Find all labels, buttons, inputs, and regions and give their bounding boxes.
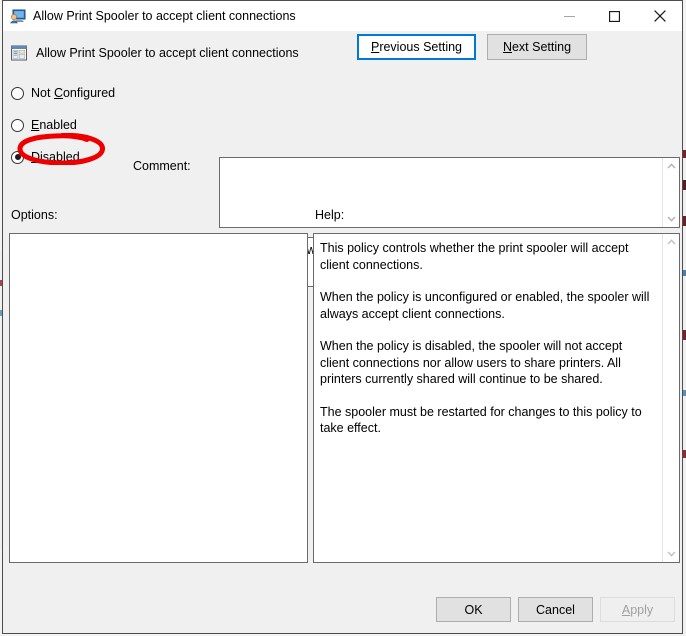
policy-computer-icon: [9, 8, 26, 24]
cancel-button[interactable]: Cancel: [518, 597, 593, 622]
radio-enabled-indicator[interactable]: [11, 118, 24, 132]
panel-labels: Options: Help:: [3, 205, 682, 233]
title-bar[interactable]: Allow Print Spooler to accept client con…: [3, 1, 682, 31]
radio-disabled-label: Disabled: [31, 150, 80, 164]
radio-not-configured-indicator[interactable]: [11, 86, 24, 100]
chevron-up-icon[interactable]: [663, 234, 679, 250]
radio-enabled-label: Enabled: [31, 118, 77, 132]
radio-disabled[interactable]: Disabled: [11, 145, 131, 169]
comment-label: Comment:: [133, 159, 191, 173]
radio-disabled-indicator[interactable]: [11, 150, 24, 164]
help-paragraph: This policy controls whether the print s…: [320, 241, 629, 272]
radio-enabled[interactable]: Enabled: [11, 113, 131, 137]
content-panes: This policy controls whether the print s…: [3, 233, 682, 587]
maximize-button[interactable]: [592, 1, 637, 31]
apply-button: Apply: [600, 597, 675, 622]
help-label: Help:: [315, 208, 345, 222]
help-scrollbar[interactable]: [662, 234, 679, 562]
previous-setting-button[interactable]: Previous Setting: [356, 34, 476, 60]
footer-buttons: OK Cancel Apply: [436, 597, 675, 622]
policy-name-label: Allow Print Spooler to accept client con…: [36, 46, 299, 60]
policy-header: Allow Print Spooler to accept client con…: [3, 31, 682, 75]
window-title: Allow Print Spooler to accept client con…: [33, 9, 296, 23]
close-button[interactable]: [637, 1, 682, 31]
dialog-footer: OK Cancel Apply: [3, 587, 682, 633]
policy-state-radio-group: Not Configured Enabled Disabled: [11, 81, 131, 177]
settings-top-section: Not Configured Enabled Disabled Comment:: [3, 75, 682, 287]
help-paragraph: When the policy is unconfigured or enabl…: [320, 290, 650, 321]
policy-setting-icon: [10, 44, 28, 62]
help-paragraph: The spooler must be restarted for change…: [320, 404, 642, 436]
help-paragraph: When the policy is disabled, the spooler…: [320, 339, 623, 386]
ok-button[interactable]: OK: [436, 597, 511, 622]
options-label: Options:: [11, 208, 58, 222]
setting-navigation: Previous Setting Next Setting: [356, 34, 587, 60]
policy-setting-dialog: Allow Print Spooler to accept client con…: [2, 0, 683, 634]
next-setting-button[interactable]: Next Setting: [487, 34, 587, 60]
help-text: This policy controls whether the print s…: [314, 234, 662, 562]
options-pane[interactable]: [9, 233, 308, 563]
minimize-button[interactable]: [547, 1, 592, 31]
help-pane: This policy controls whether the print s…: [313, 233, 680, 563]
radio-not-configured[interactable]: Not Configured: [11, 81, 131, 105]
radio-not-configured-label: Not Configured: [31, 86, 116, 100]
chevron-down-icon[interactable]: [663, 546, 679, 562]
chevron-up-icon[interactable]: [663, 158, 679, 174]
